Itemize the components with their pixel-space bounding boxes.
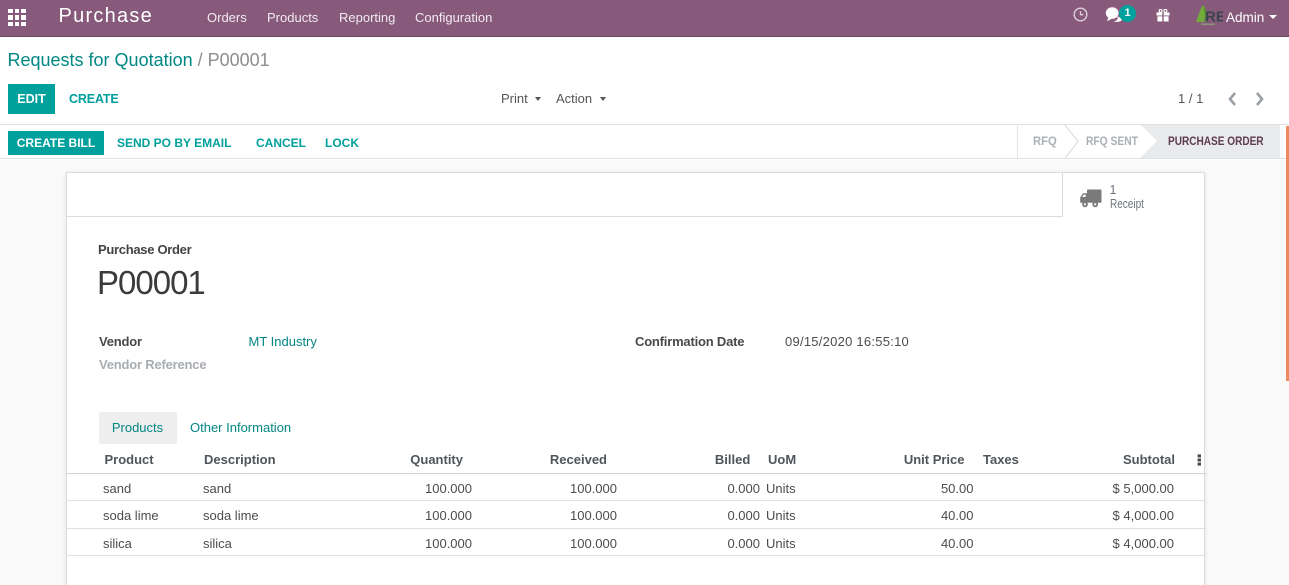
svg-text:RE: RE (1205, 9, 1223, 26)
